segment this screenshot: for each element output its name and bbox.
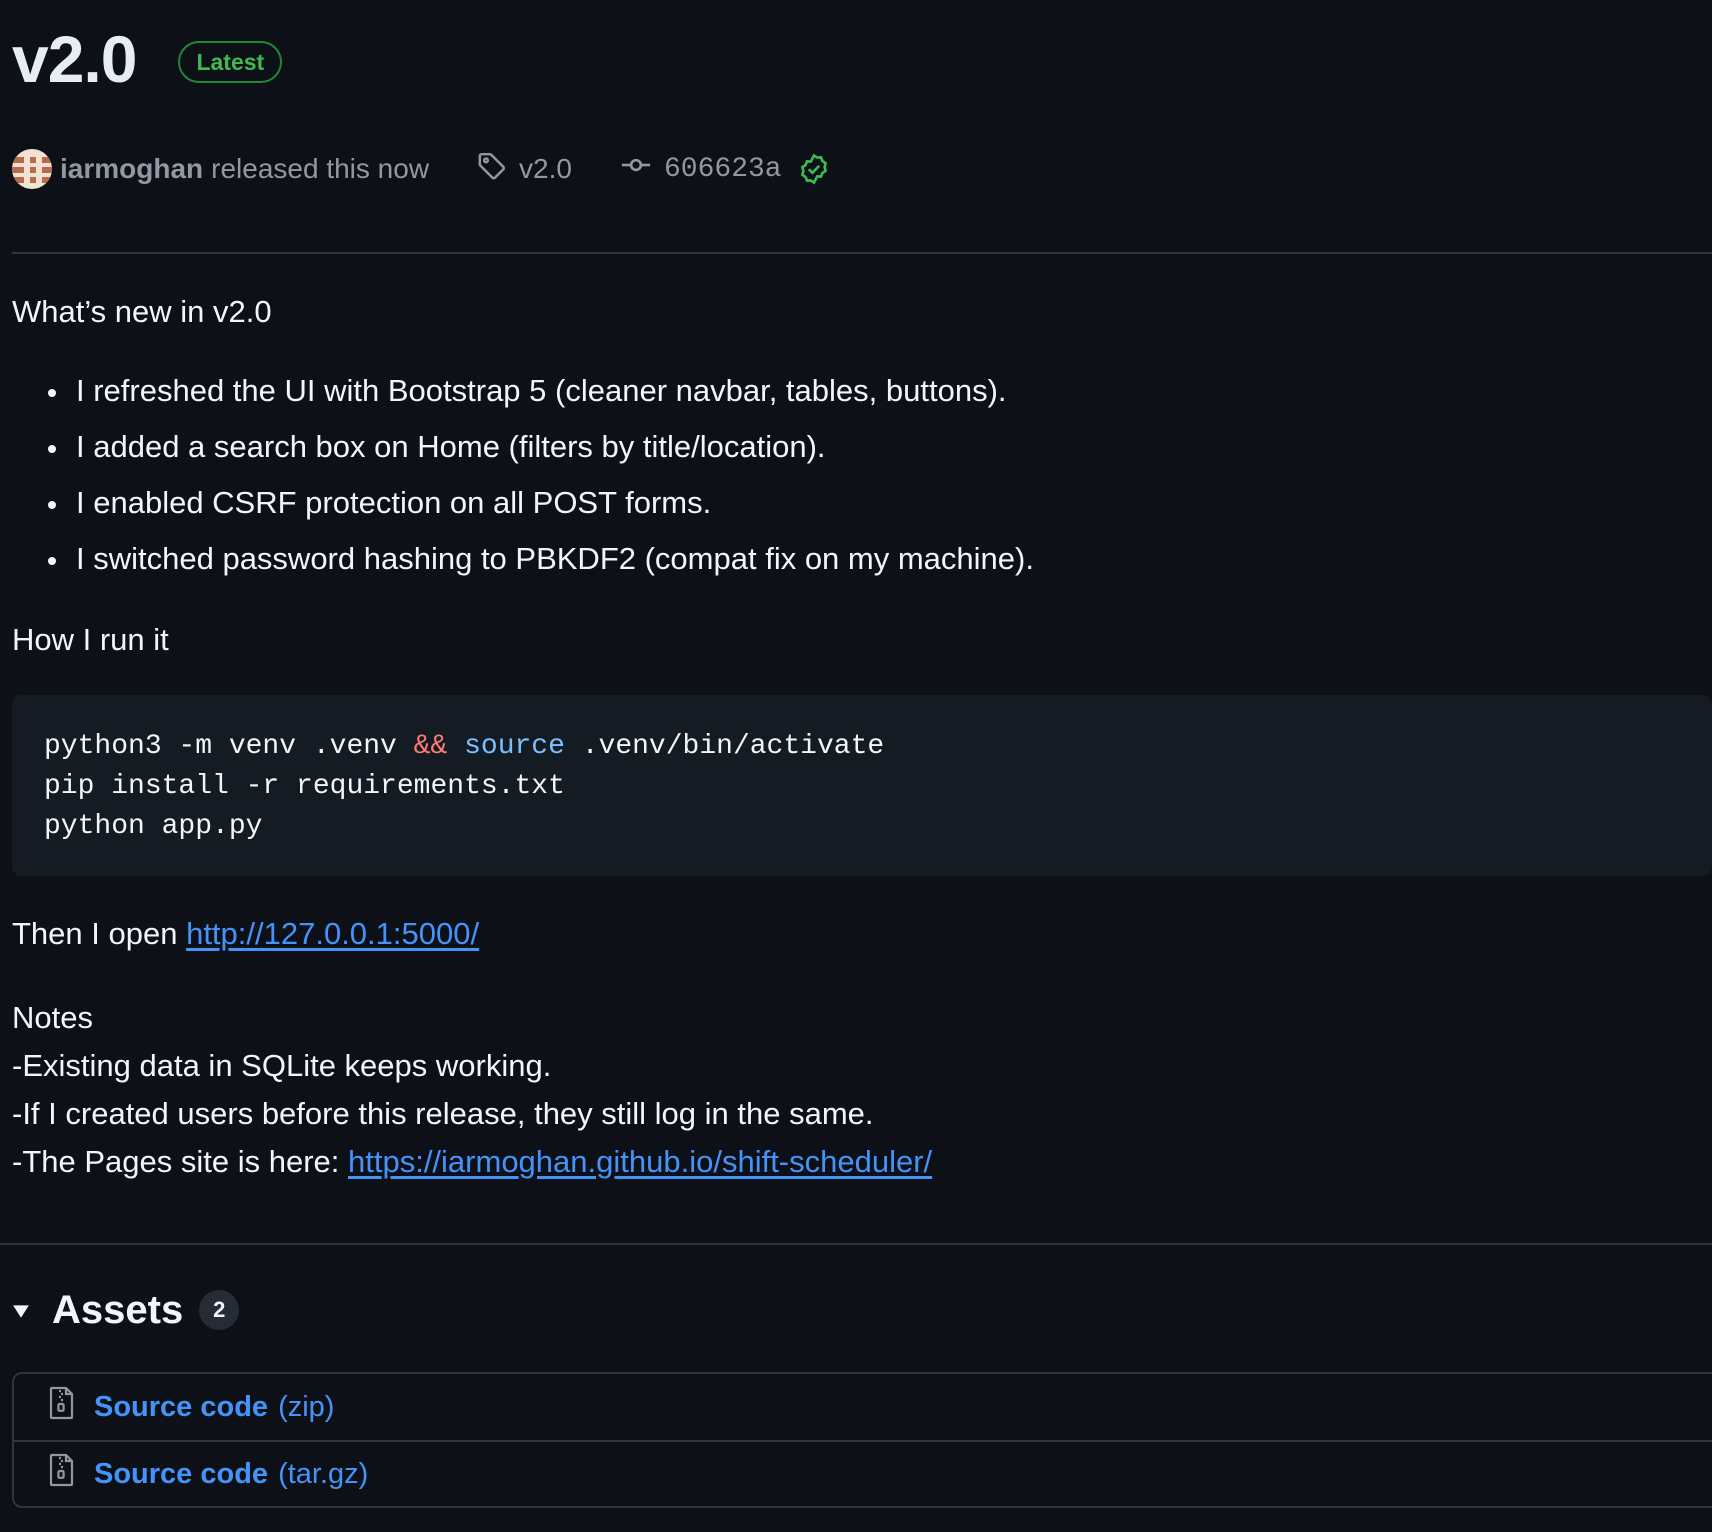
- release-page: v2.0 Latest iarmoghan released this now: [0, 0, 1712, 1532]
- latest-badge: Latest: [178, 41, 283, 83]
- author-link[interactable]: iarmoghan: [60, 153, 203, 185]
- asset-name[interactable]: Source code: [94, 1458, 268, 1491]
- notes-heading: Notes: [12, 1000, 93, 1035]
- code-operator: &&: [413, 731, 448, 762]
- tag-label: v2.0: [519, 153, 572, 184]
- release-title[interactable]: v2.0: [12, 26, 137, 92]
- code-line: python3 -m venv .venv && source .venv/bi…: [44, 727, 1680, 767]
- code-block[interactable]: python3 -m venv .venv && source .venv/bi…: [12, 695, 1712, 876]
- avatar[interactable]: [12, 149, 52, 189]
- commit-link[interactable]: 606623a: [620, 150, 842, 189]
- tag-icon: [477, 151, 519, 188]
- commit-sha: 606623a: [663, 153, 782, 185]
- git-commit-icon: [620, 150, 664, 189]
- list-item: I added a search box on Home (filters by…: [48, 427, 1034, 483]
- asset-ext[interactable]: (zip): [278, 1391, 334, 1424]
- file-zip-icon: [48, 1453, 94, 1495]
- whats-new-heading: What’s new in v2.0: [12, 294, 272, 329]
- then-open-text: Then I open: [12, 916, 187, 951]
- local-url-link[interactable]: http://127.0.0.1:5000/: [186, 916, 479, 951]
- release-meta: iarmoghan released this now v2.0 606623a: [12, 146, 842, 192]
- changes-list: I refreshed the UI with Bootstrap 5 (cle…: [12, 371, 1034, 595]
- how-run-heading: How I run it: [12, 622, 169, 657]
- code-line: pip install -r requirements.txt: [44, 771, 565, 802]
- code-text: .venv/bin/activate: [564, 731, 885, 762]
- asset-item-zip[interactable]: Source code (zip): [14, 1374, 1712, 1440]
- released-text: released this now: [211, 153, 430, 184]
- assets-divider: [0, 1243, 1712, 1245]
- assets-toggle[interactable]: Assets 2: [12, 1284, 240, 1336]
- list-item: I enabled CSRF protection on all POST fo…: [48, 483, 1034, 539]
- assets-title: Assets: [52, 1287, 184, 1332]
- pages-url-link[interactable]: https://iarmoghan.github.io/shift-schedu…: [348, 1144, 932, 1179]
- code-line: python app.py: [44, 811, 263, 842]
- tag-link[interactable]: v2.0: [477, 151, 572, 188]
- notes-section: Notes -Existing data in SQLite keeps wor…: [12, 994, 1692, 1186]
- list-item: I switched password hashing to PBKDF2 (c…: [48, 539, 1034, 595]
- pages-line: -The Pages site is here: https://iarmogh…: [12, 1138, 1692, 1186]
- assets-list: Source code (zip) Source code (tar.gz): [12, 1372, 1712, 1508]
- verified-check-icon[interactable]: [798, 153, 842, 185]
- note-line: -Existing data in SQLite keeps working.: [12, 1048, 552, 1083]
- caret-down-icon: [12, 1296, 52, 1325]
- header-divider: [12, 252, 1712, 254]
- code-text: python3 -m venv .venv: [44, 731, 414, 762]
- asset-item-targz[interactable]: Source code (tar.gz): [14, 1440, 1712, 1506]
- pages-prefix: -The Pages site is here:: [12, 1144, 348, 1179]
- asset-name[interactable]: Source code: [94, 1391, 268, 1424]
- code-builtin: source: [464, 731, 565, 762]
- note-line: -If I created users before this release,…: [12, 1096, 874, 1131]
- assets-count-badge: 2: [199, 1290, 240, 1330]
- file-zip-icon: [48, 1386, 94, 1428]
- asset-ext[interactable]: (tar.gz): [278, 1458, 368, 1491]
- then-open-line: Then I open http://127.0.0.1:5000/: [12, 914, 1692, 954]
- list-item: I refreshed the UI with Bootstrap 5 (cle…: [48, 371, 1034, 427]
- release-header: v2.0 Latest: [12, 26, 283, 92]
